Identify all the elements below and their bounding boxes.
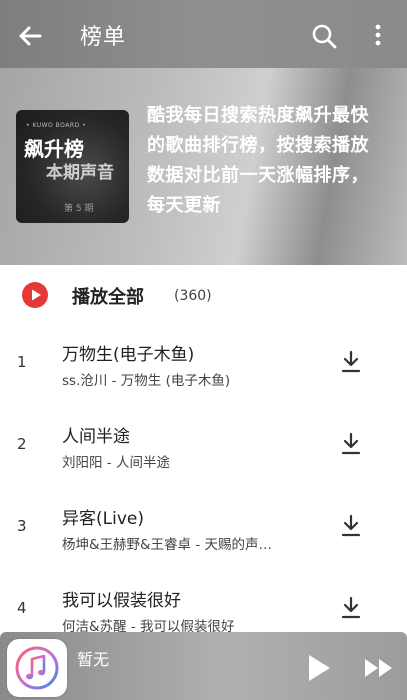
download-button[interactable] <box>340 595 362 621</box>
album-art[interactable] <box>7 639 67 697</box>
download-icon <box>341 350 361 373</box>
play-button[interactable] <box>306 653 332 683</box>
now-playing-title: 暂无 <box>77 650 110 669</box>
cover-brand: • KUWO BOARD • <box>26 122 87 129</box>
search-icon <box>312 24 337 49</box>
song-title: 异客(Live) <box>62 509 144 529</box>
download-button[interactable] <box>340 349 362 375</box>
play-all-row[interactable]: 播放全部 (360) <box>0 265 407 325</box>
top-app-bar: 榜单 <box>0 0 407 68</box>
more-vert-icon <box>375 24 381 46</box>
back-button[interactable] <box>14 20 46 52</box>
fast-forward-icon <box>365 659 392 677</box>
play-icon <box>309 655 330 681</box>
song-index: 2 <box>17 435 27 453</box>
playlist-header: 榜单 • KUWO BOARD • 飙升榜 本期声音 第 5 期 酷我每日搜索热… <box>0 0 407 265</box>
song-title: 万物生(电子木鱼) <box>62 345 195 365</box>
song-index: 1 <box>17 353 27 371</box>
next-button[interactable] <box>363 657 395 679</box>
cover-subtitle: 本期声音 <box>46 163 114 183</box>
playlist-description: 酷我每日搜索热度飙升最快的歌曲排行榜，按搜索播放数据对比前一天涨幅排序，每天更新 <box>147 105 369 216</box>
download-icon <box>341 432 361 455</box>
song-row[interactable]: 2 人间半途 刘阳阳 - 人间半途 <box>0 407 407 489</box>
song-count: (360) <box>174 288 212 304</box>
more-options-button[interactable] <box>368 22 388 50</box>
song-title: 人间半途 <box>62 427 130 447</box>
download-icon <box>341 596 361 619</box>
song-row[interactable]: 3 异客(Live) 杨坤&王赫野&王睿卓 - 天赐的声… <box>0 489 407 571</box>
song-index: 4 <box>17 599 27 617</box>
search-button[interactable] <box>310 22 338 50</box>
back-arrow-icon <box>19 26 42 46</box>
song-subtitle: 杨坤&王赫野&王睿卓 - 天赐的声… <box>62 537 273 553</box>
cover-issue: 第 5 期 <box>64 204 94 214</box>
play-all-label[interactable]: 播放全部 <box>72 283 144 309</box>
song-subtitle: ss.沧川 - 万物生 (电子木鱼) <box>62 373 231 389</box>
download-button[interactable] <box>340 513 362 539</box>
play-circle-icon <box>22 282 48 308</box>
mini-player[interactable]: 暂无 <box>0 632 407 700</box>
music-note-icon <box>15 646 59 690</box>
download-button[interactable] <box>340 431 362 457</box>
song-subtitle: 刘阳阳 - 人间半途 <box>62 455 170 471</box>
playlist-cover: • KUWO BOARD • 飙升榜 本期声音 第 5 期 <box>16 110 129 223</box>
page-title: 榜单 <box>80 25 127 50</box>
song-row[interactable]: 1 万物生(电子木鱼) ss.沧川 - 万物生 (电子木鱼) <box>0 325 407 407</box>
song-index: 3 <box>17 517 27 535</box>
download-icon <box>341 514 361 537</box>
play-all-button[interactable] <box>22 282 48 308</box>
song-title: 我可以假装很好 <box>62 591 181 611</box>
